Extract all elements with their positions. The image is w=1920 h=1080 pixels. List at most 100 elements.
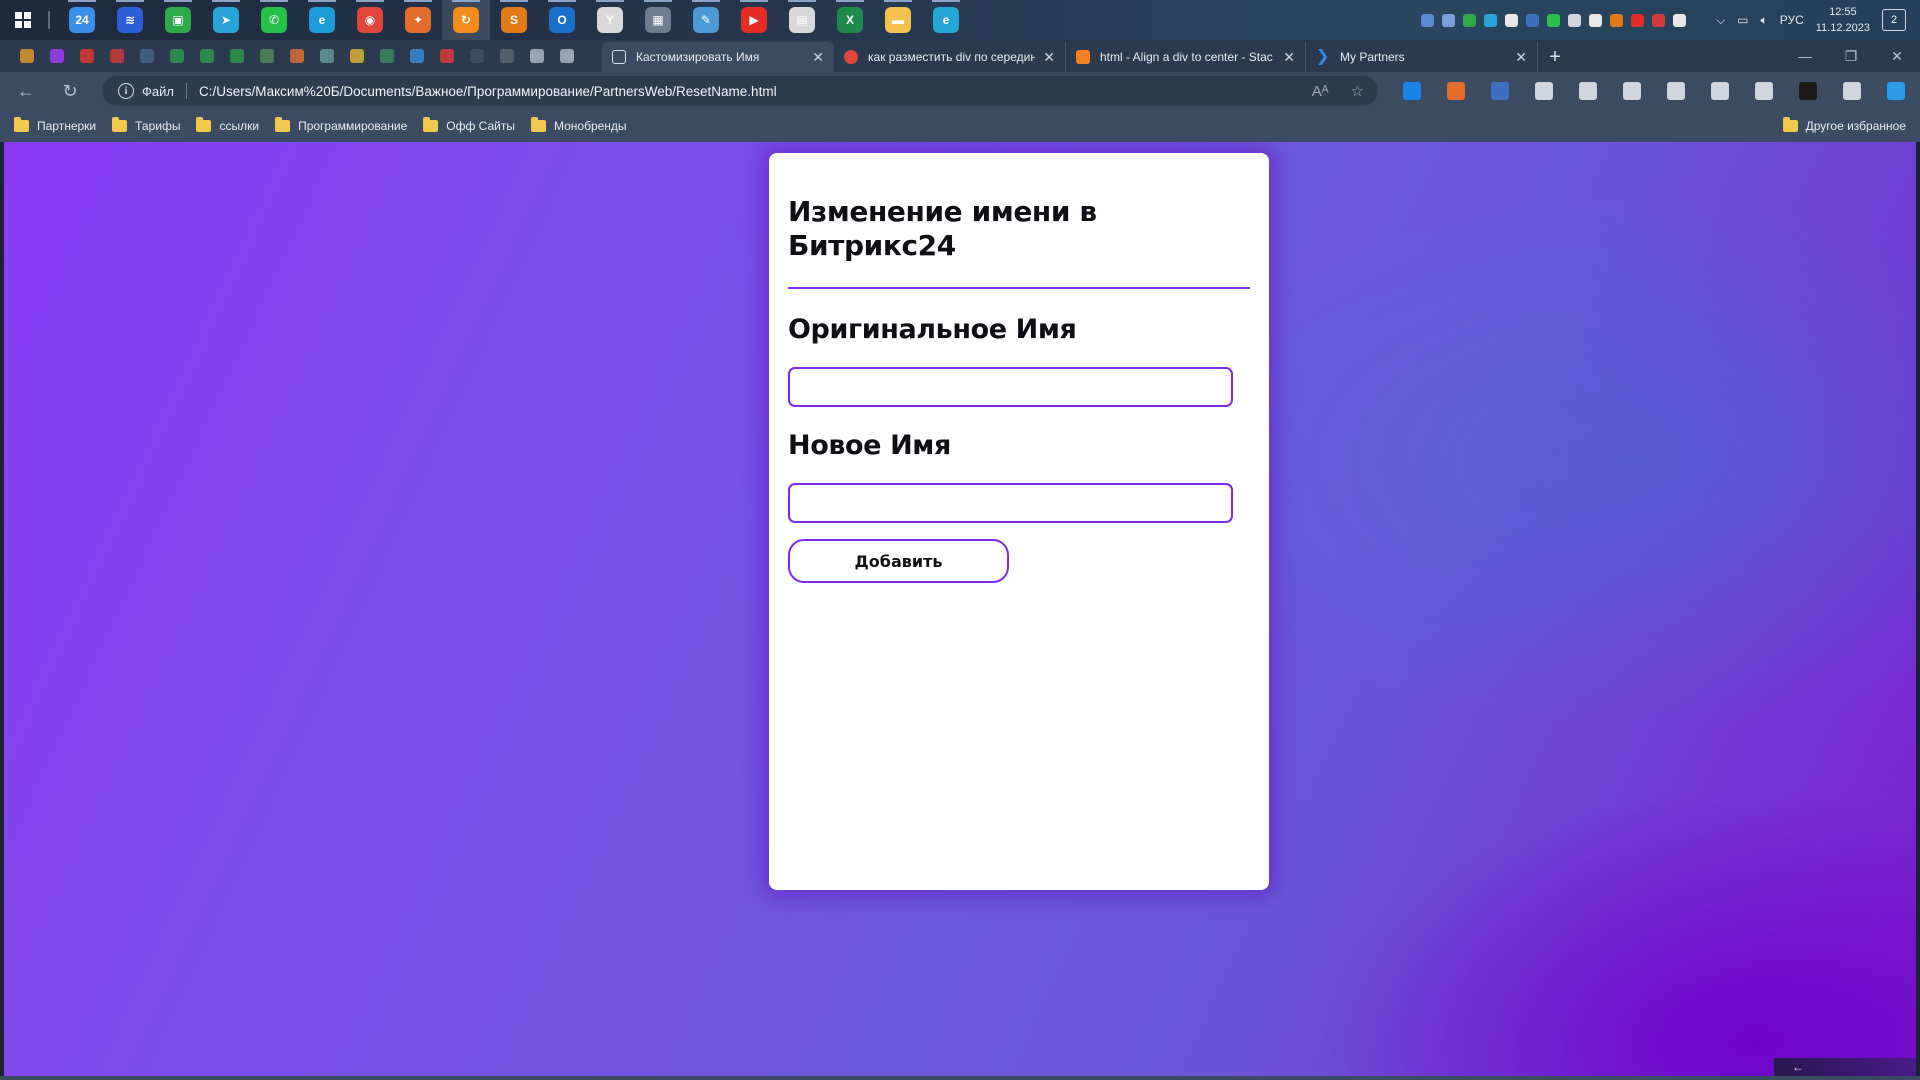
tab-my-partners[interactable]: ❯ My Partners ✕ [1306,42,1538,72]
add-button[interactable]: Добавить [788,539,1009,583]
youtube-app-button[interactable]: ▶ [730,0,778,40]
tray-app-icon[interactable] [1505,13,1519,27]
pinned-tab[interactable] [132,40,162,72]
tray-app-icon[interactable] [1673,13,1687,27]
pinned-tab[interactable] [312,40,342,72]
pinned-tab[interactable] [432,40,462,72]
network-icon[interactable]: ▭ [1737,13,1748,27]
edge-app-button[interactable]: e [298,0,346,40]
pinned-tab[interactable] [282,40,312,72]
extension-button[interactable] [1654,72,1698,110]
bookmark-folder[interactable]: Тарифы [112,117,180,133]
tray-app-icon[interactable] [1610,13,1624,27]
tray-app-icon[interactable] [1547,13,1561,27]
tray-app-icon[interactable] [1589,13,1603,27]
pinned-tab[interactable] [222,40,252,72]
extension-button[interactable] [1698,72,1742,110]
pinned-tab[interactable] [192,40,222,72]
extension-button[interactable] [1786,72,1830,110]
address-bar[interactable]: i Файл C:/Users/Максим%20Б/Documents/Важ… [102,76,1378,106]
files-app-button[interactable]: ▤ [778,0,826,40]
bitrix24-app-button[interactable]: 24 [58,0,106,40]
corner-widget[interactable]: ← [1774,1058,1916,1076]
close-tab-icon[interactable]: ✕ [812,49,824,66]
close-window-button[interactable]: ✕ [1874,40,1920,72]
pinned-tab[interactable] [72,40,102,72]
other-favorites[interactable]: Другое избранное [1782,110,1906,142]
tray-app-icon[interactable] [1568,13,1582,27]
tab-yandex-search[interactable]: как разместить div по середине ✕ [834,42,1066,72]
tray-app-icon[interactable] [1484,13,1498,27]
edge-beta-app-button[interactable]: e [922,0,970,40]
tray-app-icon[interactable] [1463,13,1477,27]
bookmark-folder[interactable]: Партнерки [14,117,96,133]
new-tab-button[interactable]: + [1538,42,1572,72]
pinned-tab[interactable] [162,40,192,72]
pinned-tab[interactable] [42,40,72,72]
extension-button[interactable] [1522,72,1566,110]
minimize-button[interactable]: — [1782,40,1828,72]
pinned-tab[interactable] [372,40,402,72]
extension-button[interactable] [1390,72,1434,110]
extension-button[interactable] [1830,72,1874,110]
pinned-tab[interactable] [102,40,132,72]
pinned-tab[interactable] [522,40,552,72]
volume-icon[interactable]: 🔈︎ [1761,13,1768,28]
extension-button[interactable] [1566,72,1610,110]
rocket-app-button[interactable]: ✦ [394,0,442,40]
chevron-up-icon[interactable]: ⌵ [1716,13,1725,28]
bookmark-folder[interactable]: ссылки [196,117,259,133]
url-text[interactable]: C:/Users/Максим%20Б/Documents/Важное/Про… [199,84,777,99]
yandex-browser-app-button[interactable]: Y [586,0,634,40]
original-name-input[interactable] [788,367,1233,407]
close-tab-icon[interactable]: ✕ [1043,49,1055,66]
pinned-tab[interactable] [402,40,432,72]
extension-button[interactable] [1874,72,1918,110]
outlook-app-button[interactable]: O [538,0,586,40]
language-indicator[interactable]: РУС [1780,13,1804,27]
pinned-tab[interactable] [12,40,42,72]
pinned-tab[interactable] [462,40,492,72]
start-button[interactable] [0,0,46,40]
reload-button[interactable]: ↻ [52,76,88,106]
notifications-button[interactable]: 2 [1882,9,1906,31]
bookmark-folder[interactable]: Монобренды [530,117,627,133]
notes-app-button[interactable]: ✎ [682,0,730,40]
whatsapp-app-button[interactable]: ✆ [250,0,298,40]
back-button[interactable]: ← [8,76,44,106]
tab-customize-name[interactable]: Кастомизировать Имя ✕ [602,42,834,72]
read-aloud-icon[interactable]: Aᴬ [1312,83,1329,100]
extension-button[interactable] [1434,72,1478,110]
tab-stackoverflow[interactable]: html - Align a div to center - Stac ✕ [1066,42,1306,72]
sublime-app-button[interactable]: S [490,0,538,40]
favorite-star-icon[interactable]: ☆ [1351,82,1364,100]
tray-app-icon[interactable] [1526,13,1540,27]
explorer-app-button[interactable]: ▬ [874,0,922,40]
telegram-app-button[interactable]: ➤ [202,0,250,40]
tray-app-icon[interactable] [1631,13,1645,27]
close-tab-icon[interactable]: ✕ [1515,49,1527,66]
refresh-app-button[interactable]: ↻ [442,0,490,40]
bookmark-folder[interactable]: Офф Сайты [423,117,515,133]
clock[interactable]: 12:55 11.12.2023 [1816,4,1870,36]
extension-button[interactable] [1742,72,1786,110]
monitor-app-button[interactable]: ▣ [154,0,202,40]
extension-button[interactable] [1610,72,1654,110]
pinned-tab[interactable] [252,40,282,72]
stack-app-button[interactable]: ≋ [106,0,154,40]
pinned-tab[interactable] [552,40,582,72]
close-tab-icon[interactable]: ✕ [1283,49,1295,66]
new-name-input[interactable] [788,483,1233,523]
chrome-app-button[interactable]: ◉ [346,0,394,40]
calculator-app-button[interactable]: ▦ [634,0,682,40]
pinned-tab[interactable] [342,40,372,72]
bookmark-folder[interactable]: Программирование [275,117,407,133]
tray-app-icon[interactable] [1652,13,1666,27]
excel-app-button[interactable]: X [826,0,874,40]
pinned-tab[interactable] [492,40,522,72]
tray-app-icon[interactable] [1421,13,1435,27]
extension-button[interactable] [1478,72,1522,110]
restore-button[interactable]: ❐ [1828,40,1874,72]
info-icon[interactable]: i [118,83,134,99]
tray-app-icon[interactable] [1442,13,1456,27]
